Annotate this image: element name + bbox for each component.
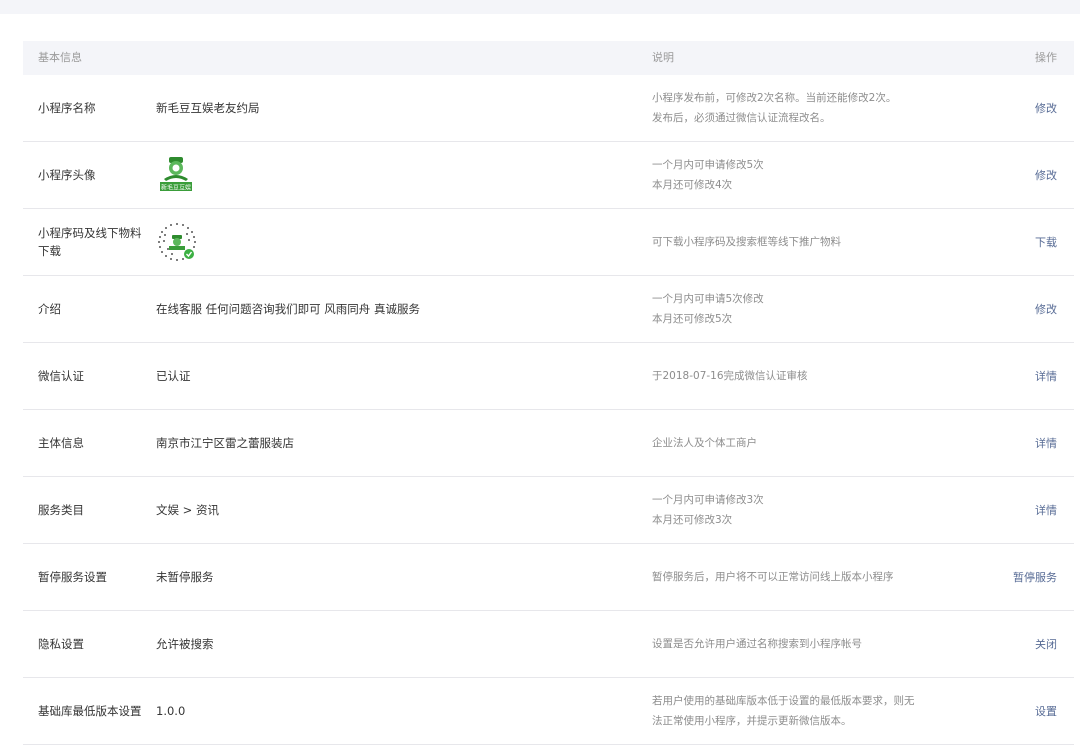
desc-line-2: 本月还可修改4次: [652, 179, 733, 191]
row-label: 微信认证: [38, 369, 84, 383]
row-value: 未暂停服务: [156, 570, 214, 584]
desc-line-1: 一个月内可申请修改3次: [652, 494, 764, 506]
row-subject-info: 主体信息 南京市江宁区雷之蕾服装店 企业法人及个体工商户 详情: [23, 410, 1074, 477]
row-label: 暂停服务设置: [38, 570, 107, 584]
settings-table: 基本信息 说明 操作 小程序名称 新毛豆互娱老友约局 小程序发布前，可修改2次名…: [23, 41, 1074, 745]
pause-service-link[interactable]: 暂停服务: [1013, 569, 1057, 585]
row-value: [156, 221, 636, 263]
row-app-name: 小程序名称 新毛豆互娱老友约局 小程序发布前，可修改2次名称。当前还能修改2次。…: [23, 75, 1074, 142]
desc-line-2: 发布后，必须通过微信认证流程改名。: [652, 112, 831, 124]
row-description: 于2018-07-16完成微信认证审核: [652, 366, 972, 386]
desc-line-1: 于2018-07-16完成微信认证审核: [652, 370, 808, 382]
row-label: 隐私设置: [38, 637, 84, 651]
row-label: 主体信息: [38, 436, 84, 450]
header-basic-info: 基本信息: [38, 51, 82, 64]
header-operation: 操作: [1035, 51, 1057, 64]
row-description: 企业法人及个体工商户: [652, 433, 972, 453]
row-description: 可下载小程序码及搜索框等线下推广物料: [652, 232, 972, 252]
row-value: 新毛豆互娱老友约局: [156, 101, 260, 115]
row-app-avatar: 小程序头像 新毛豆互娱 一个月内可申请修改5次 本月还可修改4次 修改: [23, 142, 1074, 209]
desc-line-1: 暂停服务后，用户将不可以正常访问线上版本小程序: [652, 571, 894, 583]
row-description: 若用户使用的基础库版本低于设置的最低版本要求，则无 法正常使用小程序，并提示更新…: [652, 691, 972, 731]
row-value: 1.0.0: [156, 704, 186, 718]
edit-intro-link[interactable]: 修改: [1035, 301, 1057, 317]
desc-line-2: 本月还可修改5次: [652, 313, 733, 325]
desc-line-1: 小程序发布前，可修改2次名称。当前还能修改2次。: [652, 92, 897, 104]
row-qr-code-download: 小程序码及线下物料下载 可下载小程序码及搜索框等线下推广物料 下载: [23, 209, 1074, 276]
table-header: 基本信息 说明 操作: [23, 41, 1074, 75]
close-search-link[interactable]: 关闭: [1035, 636, 1057, 652]
row-value: 在线客服 任何问题咨询我们即可 风雨同舟 真诚服务: [156, 302, 420, 316]
row-privacy-settings: 隐私设置 允许被搜索 设置是否允许用户通过名称搜索到小程序帐号 关闭: [23, 611, 1074, 678]
row-label: 小程序码及线下物料下载: [38, 226, 142, 258]
row-wechat-verification: 微信认证 已认证 于2018-07-16完成微信认证审核 详情: [23, 343, 1074, 410]
header-description: 说明: [652, 51, 674, 64]
row-introduction: 介绍 在线客服 任何问题咨询我们即可 风雨同舟 真诚服务 一个月内可申请5次修改…: [23, 276, 1074, 343]
set-version-link[interactable]: 设置: [1035, 703, 1057, 719]
row-value: 南京市江宁区雷之蕾服装店: [156, 436, 294, 450]
row-pause-service: 暂停服务设置 未暂停服务 暂停服务后，用户将不可以正常访问线上版本小程序 暂停服…: [23, 544, 1074, 611]
row-label: 服务类目: [38, 503, 84, 517]
avatar-logo-text: 新毛豆互娱: [161, 184, 191, 192]
row-description: 一个月内可申请修改3次 本月还可修改3次: [652, 490, 972, 530]
desc-line-1: 企业法人及个体工商户: [652, 437, 757, 449]
verification-details-link[interactable]: 详情: [1035, 368, 1057, 384]
row-value: 新毛豆互娱: [156, 155, 636, 195]
desc-line-1: 设置是否允许用户通过名称搜索到小程序帐号: [652, 638, 862, 650]
desc-line-1: 若用户使用的基础库版本低于设置的最低版本要求，则无: [652, 695, 915, 707]
row-description: 设置是否允许用户通过名称搜索到小程序帐号: [652, 634, 972, 654]
row-description: 一个月内可申请修改5次 本月还可修改4次: [652, 155, 972, 195]
row-base-library-version: 基础库最低版本设置 1.0.0 若用户使用的基础库版本低于设置的最低版本要求，则…: [23, 678, 1074, 745]
row-label: 小程序名称: [38, 101, 96, 115]
edit-name-link[interactable]: 修改: [1035, 100, 1057, 116]
row-value: 允许被搜索: [156, 637, 214, 651]
row-description: 暂停服务后，用户将不可以正常访问线上版本小程序: [652, 567, 972, 587]
row-label: 介绍: [38, 302, 61, 316]
top-bar: [0, 0, 1080, 14]
row-label: 基础库最低版本设置: [38, 704, 142, 718]
download-link[interactable]: 下载: [1035, 234, 1057, 250]
row-service-category: 服务类目 文娱 > 资讯 一个月内可申请修改3次 本月还可修改3次 详情: [23, 477, 1074, 544]
subject-details-link[interactable]: 详情: [1035, 435, 1057, 451]
desc-line-2: 本月还可修改3次: [652, 514, 733, 526]
row-description: 一个月内可申请5次修改 本月还可修改5次: [652, 289, 972, 329]
app-avatar: 新毛豆互娱: [156, 155, 196, 195]
row-description: 小程序发布前，可修改2次名称。当前还能修改2次。 发布后，必须通过微信认证流程改…: [652, 88, 972, 128]
row-value: 已认证: [156, 369, 191, 383]
row-value: 文娱 > 资讯: [156, 503, 219, 517]
desc-line-1: 一个月内可申请5次修改: [652, 293, 764, 305]
category-details-link[interactable]: 详情: [1035, 502, 1057, 518]
mini-program-code-icon: [156, 221, 198, 263]
edit-avatar-link[interactable]: 修改: [1035, 167, 1057, 183]
row-label: 小程序头像: [38, 168, 96, 182]
desc-line-2: 法正常使用小程序，并提示更新微信版本。: [652, 715, 852, 727]
desc-line-1: 一个月内可申请修改5次: [652, 159, 764, 171]
desc-line-1: 可下载小程序码及搜索框等线下推广物料: [652, 236, 841, 248]
